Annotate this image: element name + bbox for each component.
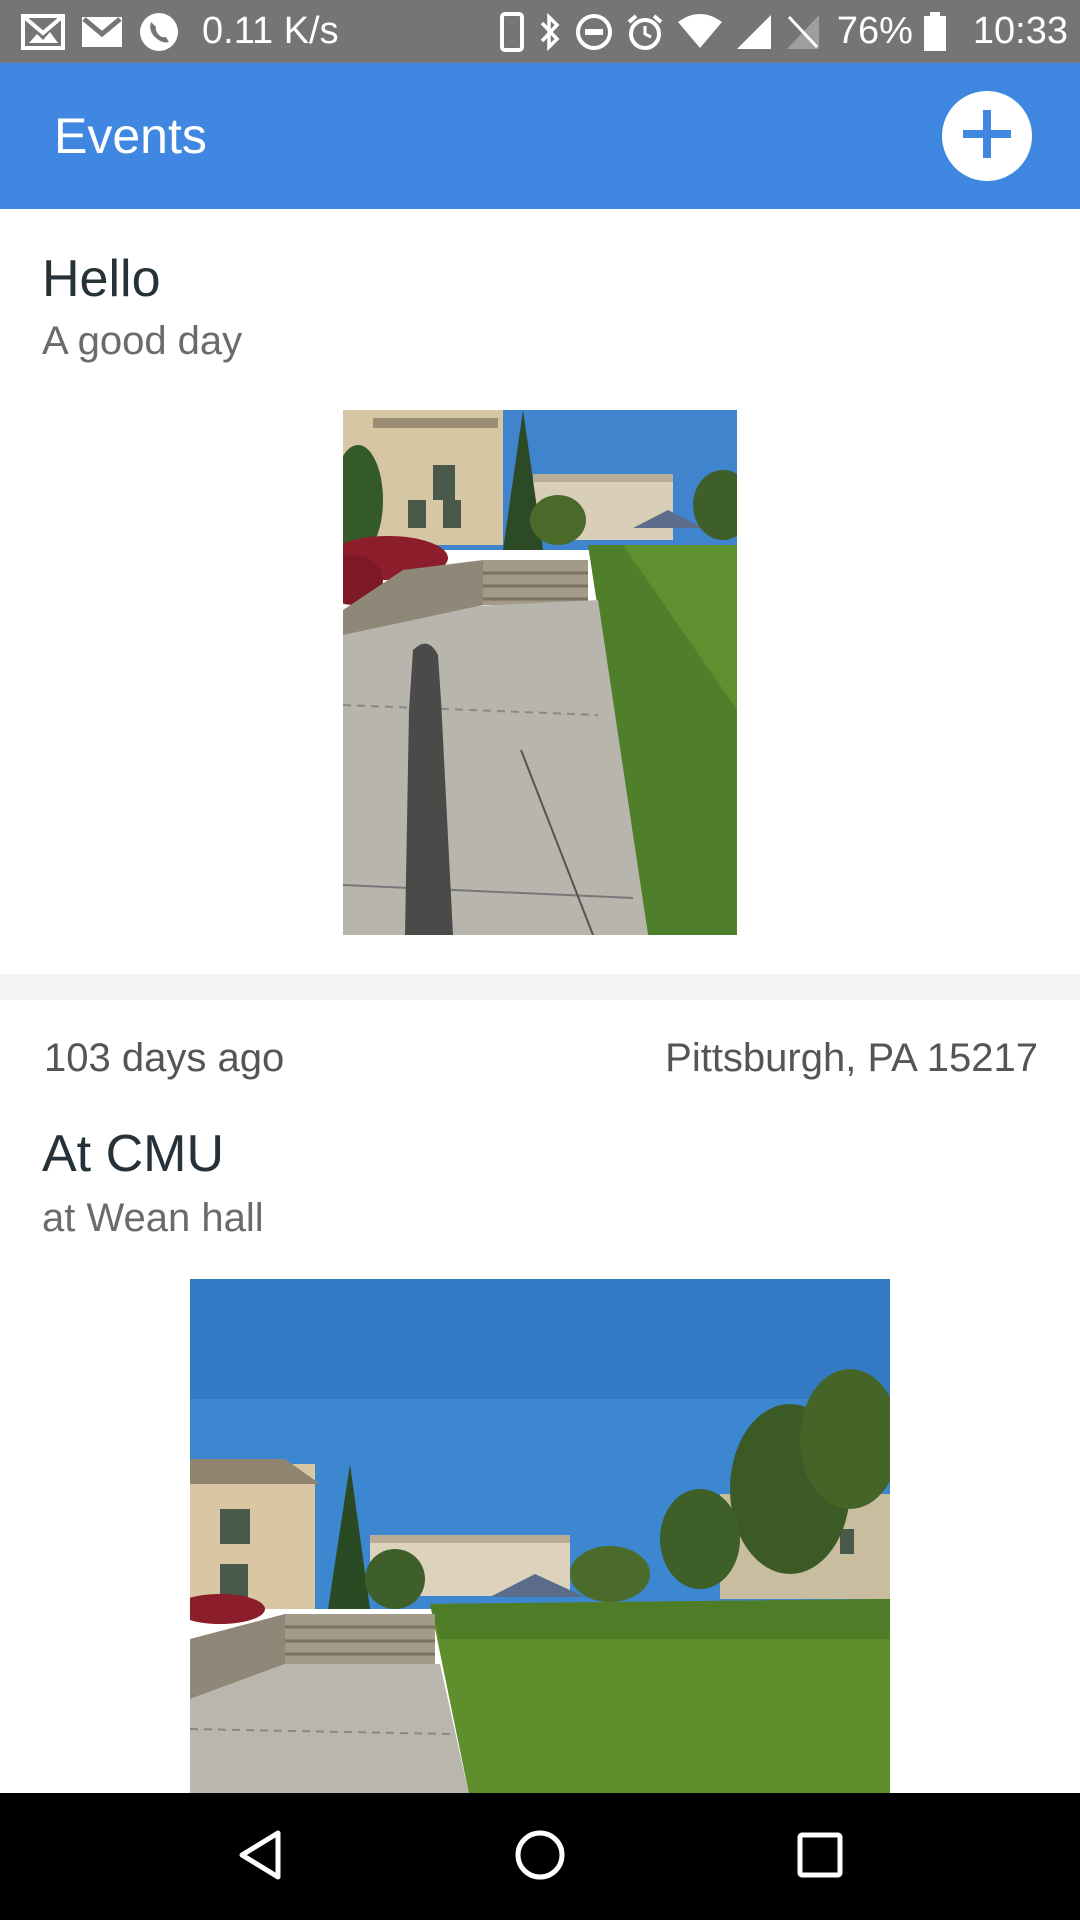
alarm-icon <box>625 12 665 52</box>
event-card[interactable]: Hello A good day <box>0 209 1080 974</box>
home-icon <box>514 1829 566 1885</box>
wifi-icon <box>677 13 723 50</box>
event-description: at Wean hall <box>42 1196 264 1240</box>
navigation-bar <box>0 1793 1080 1920</box>
plus-icon <box>961 108 1013 164</box>
signal-icon <box>735 13 773 51</box>
events-list[interactable]: Hello A good day 103 days ago Pittsburgh… <box>0 209 1080 1793</box>
event-time-ago: 103 days ago <box>44 1036 285 1080</box>
no-sim-icon <box>785 13 821 51</box>
event-photo[interactable] <box>190 1279 890 1793</box>
app-bar: Events <box>0 63 1080 209</box>
add-event-button[interactable] <box>942 91 1032 181</box>
home-button[interactable] <box>495 1812 585 1902</box>
recents-button[interactable] <box>775 1812 865 1902</box>
event-photo[interactable] <box>343 410 737 935</box>
gallery-mail-icon <box>20 13 66 51</box>
event-title: At CMU <box>42 1125 224 1183</box>
app-title: Events <box>54 108 207 164</box>
event-card[interactable]: 103 days ago Pittsburgh, PA 15217 At CMU… <box>0 1000 1080 1793</box>
network-speed: 0.11 K/s <box>202 10 339 52</box>
back-button[interactable] <box>215 1812 305 1902</box>
battery-percentage: 76% <box>836 10 913 52</box>
event-meta: 103 days ago Pittsburgh, PA 15217 <box>44 1036 1038 1081</box>
event-location: Pittsburgh, PA 15217 <box>665 1036 1038 1080</box>
event-description: A good day <box>42 319 243 363</box>
phone-device-icon <box>499 11 525 52</box>
dnd-icon <box>575 13 613 51</box>
battery-icon <box>923 11 947 52</box>
back-icon <box>236 1829 284 1885</box>
phone-icon <box>138 11 180 53</box>
card-divider <box>0 974 1080 1000</box>
recents-icon <box>796 1831 844 1883</box>
status-bar: 0.11 K/s 76% 10:33 <box>0 0 1080 63</box>
bluetooth-icon <box>537 12 563 52</box>
gmail-icon <box>80 15 124 49</box>
clock: 10:33 <box>972 10 1068 52</box>
event-title: Hello <box>42 250 161 308</box>
